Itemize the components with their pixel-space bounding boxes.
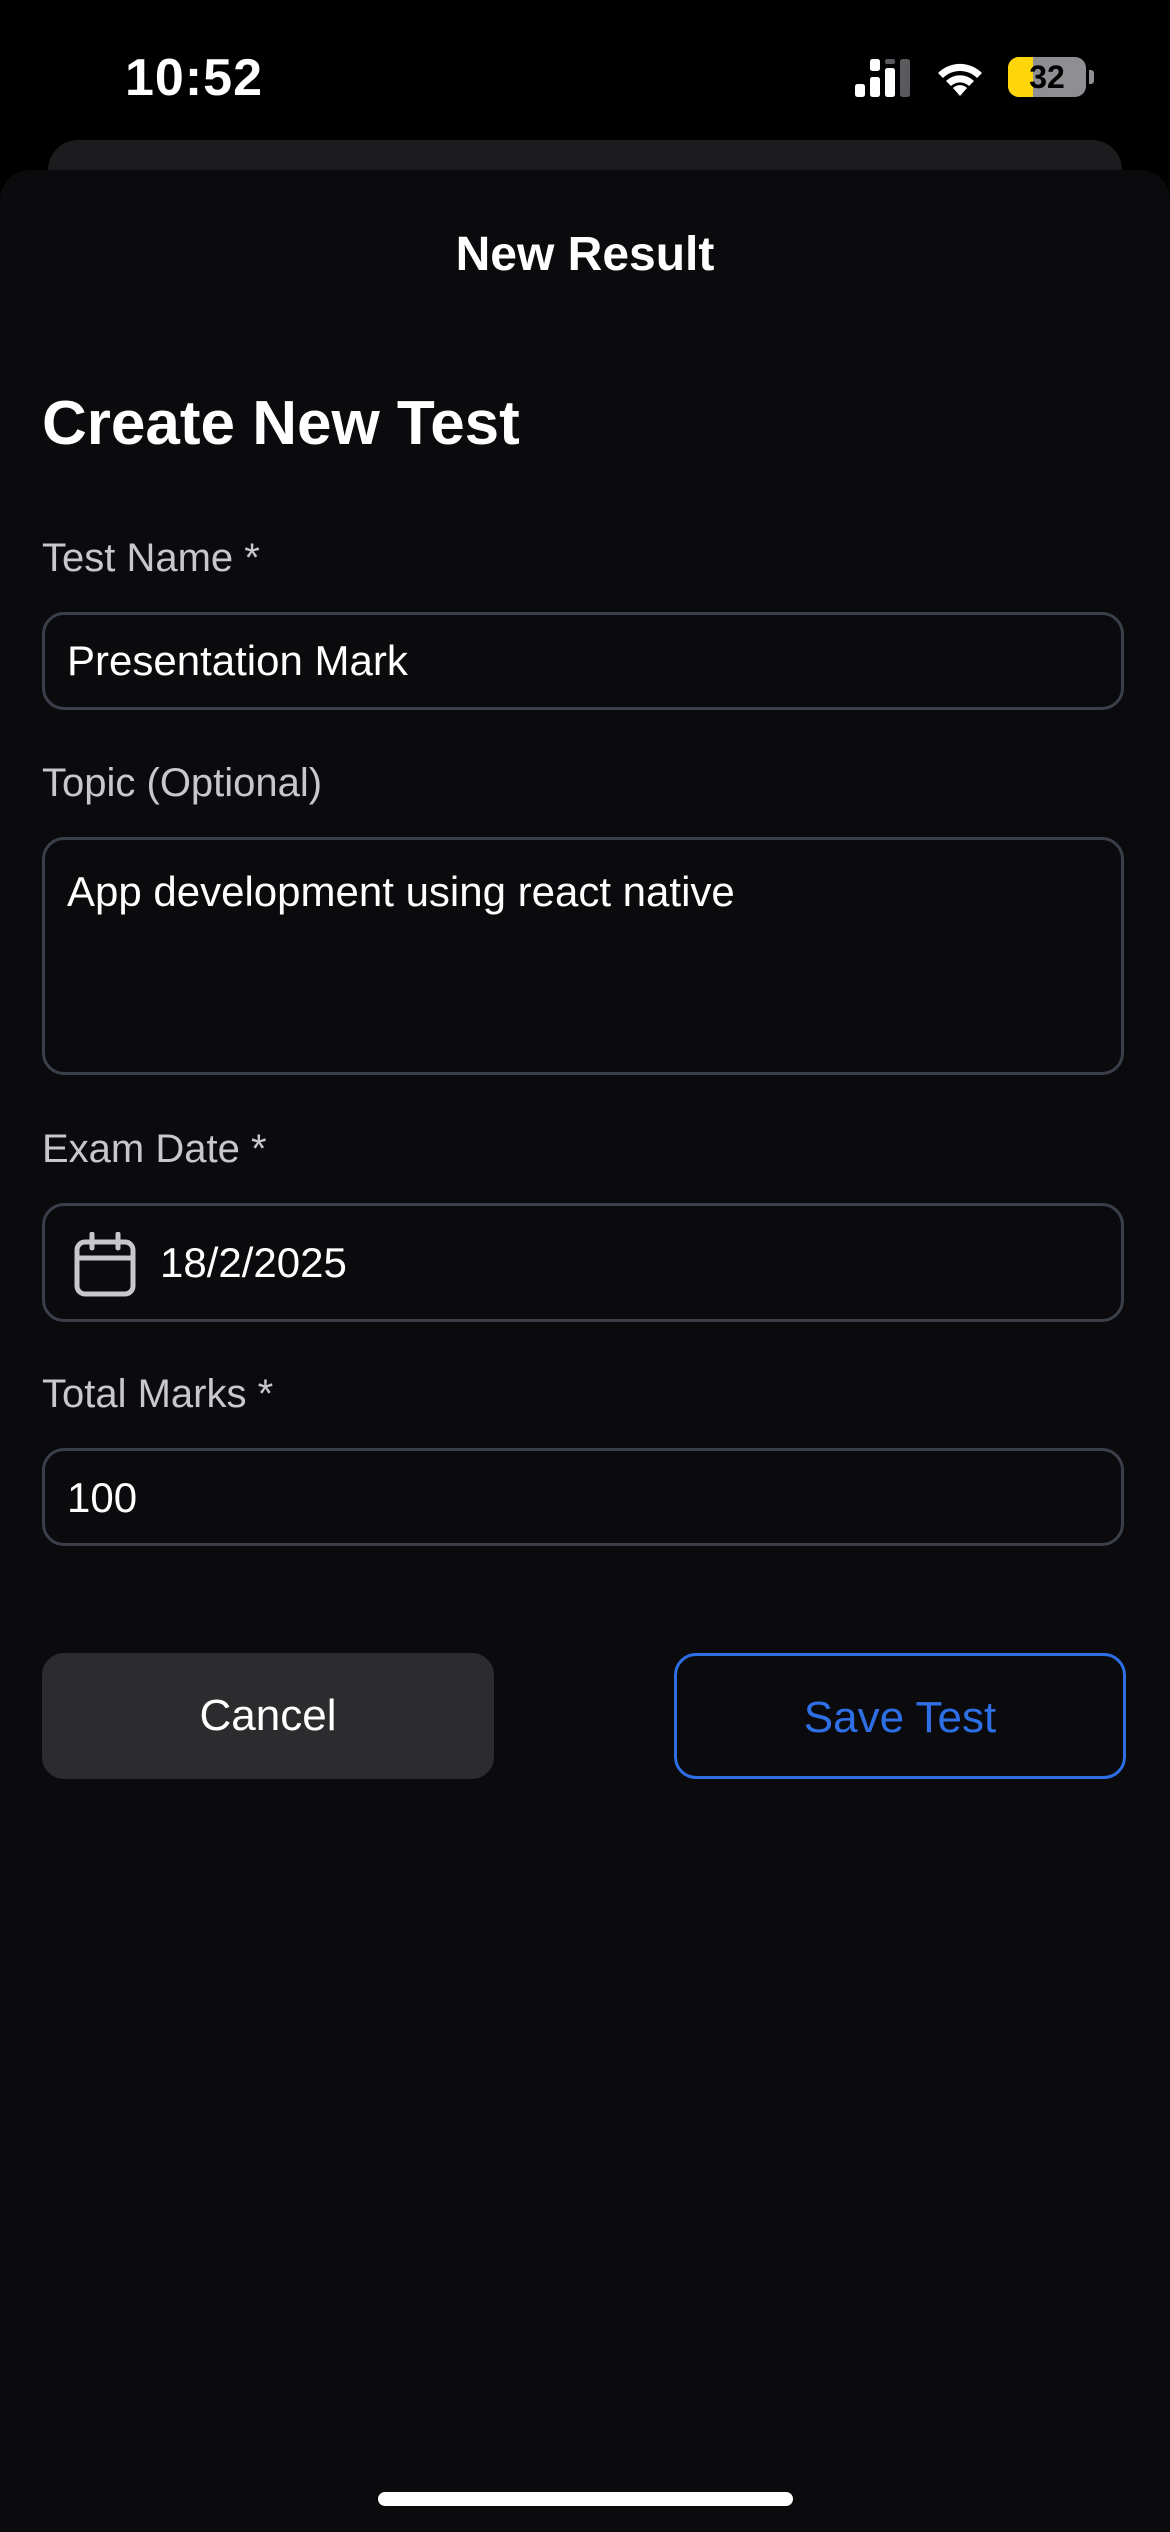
home-indicator[interactable] xyxy=(378,2492,793,2506)
new-result-sheet: New Result Create New Test Test Name * P… xyxy=(0,170,1170,2532)
topic-value: App development using react native xyxy=(67,868,735,915)
signal-icon xyxy=(855,59,910,97)
topic-field[interactable]: App development using react native xyxy=(42,837,1124,1075)
test-name-field[interactable]: Presentation Mark xyxy=(42,612,1124,710)
form-heading: Create New Test xyxy=(42,389,520,458)
topic-label: Topic (Optional) xyxy=(42,761,323,805)
calendar-icon xyxy=(74,1232,136,1297)
total-marks-value: 100 xyxy=(67,1474,138,1521)
status-bar: 10:52 32 xyxy=(0,0,1170,150)
battery-icon: 32 xyxy=(1008,57,1094,97)
sheet-title: New Result xyxy=(455,228,715,281)
cancel-button[interactable]: Cancel xyxy=(42,1653,494,1779)
wifi-icon xyxy=(938,63,982,96)
total-marks-field[interactable]: 100 xyxy=(42,1448,1124,1546)
save-test-button[interactable]: Save Test xyxy=(674,1653,1126,1779)
exam-date-field[interactable]: 18/2/2025 xyxy=(42,1203,1124,1322)
total-marks-label: Total Marks * xyxy=(42,1372,274,1416)
test-name-label: Test Name * xyxy=(42,536,260,580)
status-time: 10:52 xyxy=(125,49,263,107)
exam-date-label: Exam Date * xyxy=(42,1127,267,1171)
test-name-value: Presentation Mark xyxy=(67,637,408,684)
battery-percentage: 32 xyxy=(1029,59,1065,95)
exam-date-value: 18/2/2025 xyxy=(160,1239,347,1286)
